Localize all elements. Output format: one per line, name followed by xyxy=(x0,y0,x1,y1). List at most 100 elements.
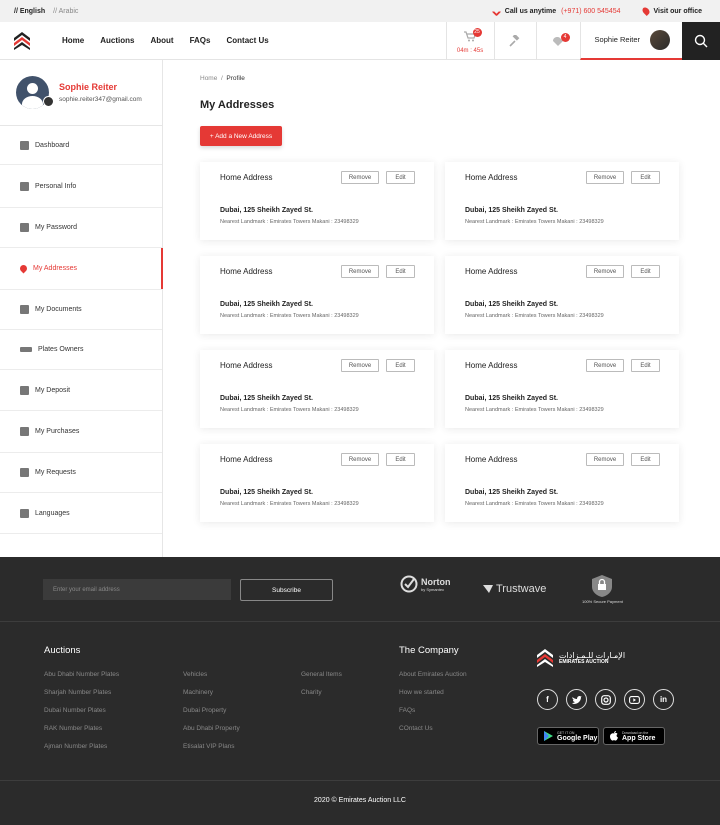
secure-payment-badge: 100% Secure Payment xyxy=(582,575,623,604)
facebook-icon[interactable]: f xyxy=(537,689,558,710)
emirates-auction-logo-icon xyxy=(14,31,30,50)
logo[interactable] xyxy=(0,22,44,60)
remove-button[interactable]: Remove xyxy=(341,171,379,184)
sidebar-item-my-deposit[interactable]: My Deposit xyxy=(0,370,162,411)
call-us[interactable]: Call us anytime (+971) 600 545454 xyxy=(491,6,621,16)
header-username: Sophie Reiter xyxy=(594,35,640,44)
auction-link[interactable]: Vehicles xyxy=(183,671,207,678)
auction-link[interactable]: General Items xyxy=(301,671,342,678)
address-line: Dubai, 125 Sheikh Zayed St. xyxy=(465,301,558,308)
sidebar-item-plates-owners[interactable]: Plates Owners xyxy=(0,330,162,370)
cart-button[interactable]: 25 04m : 45s xyxy=(445,21,494,60)
app-store-button[interactable]: Download on the App Store xyxy=(603,727,665,745)
sidebar-item-languages[interactable]: Languages xyxy=(0,493,162,534)
remove-button[interactable]: Remove xyxy=(586,265,624,278)
subscribe-button[interactable]: Subscribe xyxy=(240,579,333,601)
nav-contact[interactable]: Contact Us xyxy=(218,36,276,45)
auction-link[interactable]: Machinery xyxy=(183,689,213,696)
address-title: Home Address xyxy=(220,455,273,464)
company-link[interactable]: COntact Us xyxy=(399,725,433,732)
auction-link[interactable]: Etisalat VIP Plans xyxy=(183,743,235,750)
profile-name: Sophie Reiter xyxy=(59,82,118,92)
notifications-button[interactable]: 4 xyxy=(535,21,580,60)
auction-link[interactable]: Charity xyxy=(301,689,322,696)
edit-button[interactable]: Edit xyxy=(631,171,660,184)
auction-timer: 04m : 45s xyxy=(456,47,484,54)
lang-english[interactable]: // English xyxy=(14,8,45,15)
search-icon xyxy=(694,34,708,47)
address-line: Dubai, 125 Sheikh Zayed St. xyxy=(465,395,558,402)
sidebar-item-my-requests[interactable]: My Requests xyxy=(0,453,162,493)
edit-button[interactable]: Edit xyxy=(386,359,415,372)
address-title: Home Address xyxy=(220,267,273,276)
remove-button[interactable]: Remove xyxy=(341,453,379,466)
company-link[interactable]: About Emirates Auction xyxy=(399,671,467,678)
auction-hammer-button[interactable] xyxy=(493,21,536,60)
address-landmark: Nearest Landmark : Emirates Towers Makan… xyxy=(220,219,359,225)
youtube-icon[interactable] xyxy=(624,689,645,710)
remove-button[interactable]: Remove xyxy=(586,453,624,466)
edit-button[interactable]: Edit xyxy=(631,265,660,278)
sidebar-item-label: Personal Info xyxy=(35,182,77,190)
swap-icon xyxy=(20,468,29,477)
address-landmark: Nearest Landmark : Emirates Towers Makan… xyxy=(220,313,359,319)
remove-button[interactable]: Remove xyxy=(341,359,379,372)
auction-link[interactable]: Abu Dhabi Property xyxy=(183,725,240,732)
linkedin-icon[interactable]: in xyxy=(653,689,674,710)
breadcrumb-separator: / xyxy=(220,75,223,82)
auction-link[interactable]: Abu Dhabi Number Plates xyxy=(44,671,119,678)
remove-button[interactable]: Remove xyxy=(586,171,624,184)
sidebar-item-label: My Password xyxy=(35,224,78,231)
address-title: Home Address xyxy=(220,173,273,182)
remove-button[interactable]: Remove xyxy=(586,359,624,372)
profile-summary: Sophie Reiter sophie.reiter347@gmail.com xyxy=(0,60,162,126)
company-link[interactable]: FAQs xyxy=(399,707,415,714)
search-button[interactable] xyxy=(682,21,720,60)
edit-button[interactable]: Edit xyxy=(631,359,660,372)
nav-auctions[interactable]: Auctions xyxy=(92,36,142,45)
footer-divider xyxy=(0,621,720,622)
address-card: Home Address Remove Edit Dubai, 125 Sheikh … xyxy=(200,444,434,522)
nav-faqs[interactable]: FAQs xyxy=(182,36,219,45)
edit-button[interactable]: Edit xyxy=(386,265,415,278)
visit-office[interactable]: Visit our office xyxy=(640,6,702,16)
auction-link[interactable]: Ajman Number Plates xyxy=(44,743,107,750)
address-title: Home Address xyxy=(465,267,518,276)
camera-icon[interactable] xyxy=(43,96,54,107)
edit-button[interactable]: Edit xyxy=(631,453,660,466)
edit-button[interactable]: Edit xyxy=(386,453,415,466)
address-card: Home Address Remove Edit Dubai, 125 Sheikh … xyxy=(445,444,679,522)
nav-about[interactable]: About xyxy=(142,36,181,45)
header-avatar xyxy=(650,29,670,50)
norton-check-icon xyxy=(400,575,418,593)
secure-payment-label: 100% Secure Payment xyxy=(582,599,623,604)
sidebar-item-my-addresses[interactable]: My Addresses xyxy=(0,248,163,290)
sidebar-item-dashboard[interactable]: Dashboard xyxy=(0,126,162,165)
instagram-icon[interactable] xyxy=(595,689,616,710)
company-link[interactable]: How we started xyxy=(399,689,444,696)
breadcrumb-home[interactable]: Home xyxy=(200,75,217,82)
auction-link[interactable]: Dubai Property xyxy=(183,707,226,714)
auction-link[interactable]: Dubai Number Plates xyxy=(44,707,106,714)
auction-link[interactable]: Sharjah Number Plates xyxy=(44,689,111,696)
sidebar-item-my-password[interactable]: My Password xyxy=(0,208,162,248)
sidebar-item-my-purchases[interactable]: My Purchases xyxy=(0,411,162,453)
lock-icon xyxy=(20,223,29,232)
auction-link[interactable]: RAK Number Plates xyxy=(44,725,102,732)
trustwave-label: Trustwave xyxy=(496,583,547,595)
remove-button[interactable]: Remove xyxy=(341,265,379,278)
phone-icon xyxy=(491,6,502,16)
newsletter-email-input[interactable]: Enter your email address xyxy=(43,579,231,600)
sidebar-item-my-documents[interactable]: My Documents xyxy=(0,290,162,330)
edit-button[interactable]: Edit xyxy=(386,171,415,184)
norton-sub: by Symantec xyxy=(421,586,445,592)
address-card: Home Address Remove Edit Dubai, 125 Sheikh … xyxy=(445,162,679,240)
sidebar-item-personal-info[interactable]: Personal Info xyxy=(0,165,162,208)
google-play-button[interactable]: GET IT ON Google Play xyxy=(537,727,599,745)
twitter-icon[interactable] xyxy=(566,689,587,710)
nav-home[interactable]: Home xyxy=(44,36,92,45)
sidebar-item-label: Dashboard xyxy=(35,141,70,149)
user-menu[interactable]: Sophie Reiter xyxy=(579,21,682,60)
lang-arabic[interactable]: // Arabic xyxy=(53,8,78,15)
add-address-button[interactable]: + Add a New Address xyxy=(200,126,282,146)
